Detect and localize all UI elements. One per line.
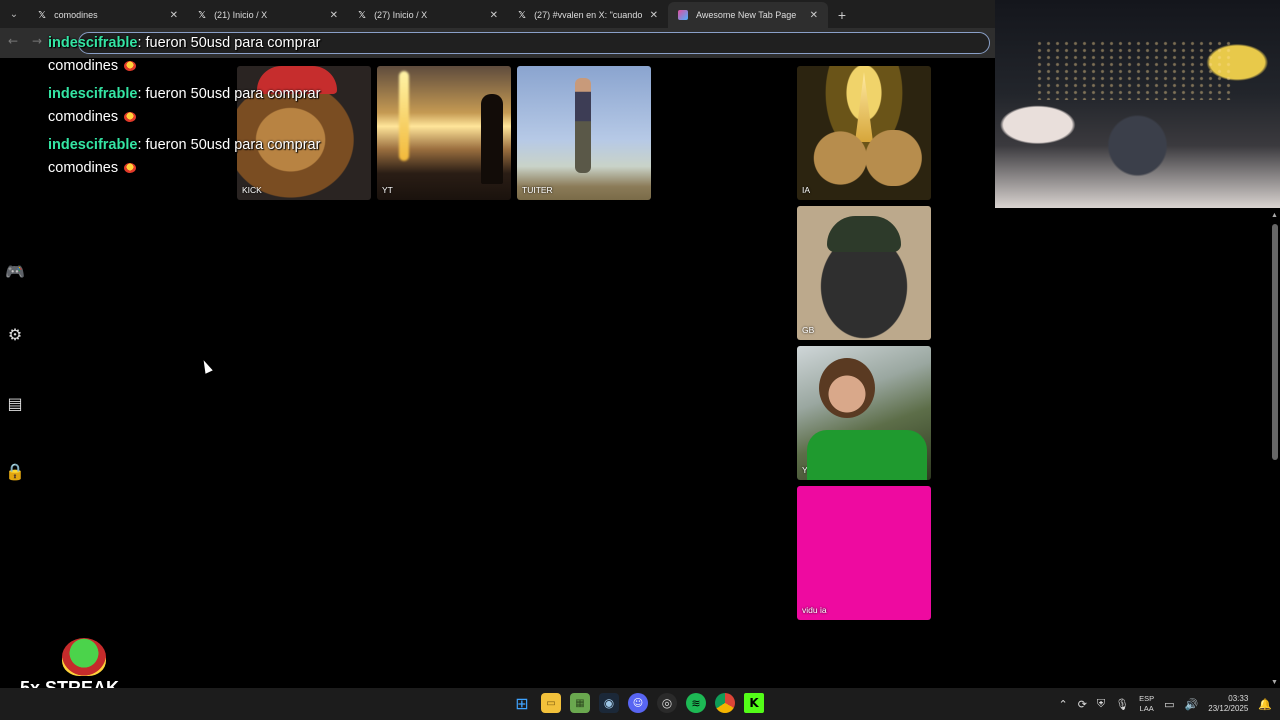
tile-label: KICK <box>242 185 262 195</box>
tile-label: TUITER <box>522 185 553 195</box>
steam-icon[interactable]: ◉ <box>599 693 619 713</box>
x-logo-icon: 𝕏 <box>38 9 47 21</box>
chat-message: indescifrable: fueron 50usd para comprar… <box>48 83 338 129</box>
windows-taskbar: ⊞ ▭ ▦ ◉ ☺ ◎ ≋ K ⌃ ⟳ ⛨ 🎙 ESP LAA ▭ 🔊 03:3… <box>0 688 1280 720</box>
tab-title: comodines <box>54 10 98 20</box>
chat-username: indescifrable <box>48 137 138 153</box>
microphone-icon[interactable]: 🎙 <box>1115 698 1129 711</box>
emote-icon <box>124 112 137 123</box>
new-tab-button[interactable]: + <box>828 2 856 28</box>
notification-icon[interactable]: 🔔 <box>1258 698 1272 711</box>
browser-tab[interactable]: 𝕏 (27) #vvalen en X: "cuando le p ✕ <box>508 2 668 28</box>
spotify-icon[interactable]: ≋ <box>686 693 706 713</box>
emote-icon <box>124 61 137 72</box>
tab-title: (27) Inicio / X <box>374 10 428 20</box>
chevron-up-icon[interactable]: ⌃ <box>1058 698 1067 711</box>
chat-username: indescifrable <box>48 35 138 51</box>
scrollbar-thumb[interactable] <box>1272 224 1278 460</box>
browser-tab[interactable]: 𝕏 (27) Inicio / X ✕ <box>348 2 508 28</box>
close-icon[interactable]: ✕ <box>810 10 818 21</box>
tile-label: vidu ia <box>802 605 827 615</box>
lock-icon[interactable]: 🔒 <box>5 461 25 481</box>
page-scrollbar[interactable]: ▲ ▼ <box>1270 210 1280 688</box>
browser-tab-strip: ⌄ 𝕏 comodines ✕ 𝕏 (21) Inicio / X ✕ 𝕏 (2… <box>0 0 995 28</box>
tab-title: Awesome New Tab Page <box>696 10 797 20</box>
windows-start-icon[interactable]: ⊞ <box>512 693 532 713</box>
x-logo-icon: 𝕏 <box>198 9 207 21</box>
obs-icon[interactable]: ◎ <box>657 693 677 713</box>
scroll-up-icon[interactable]: ▲ <box>1271 212 1278 219</box>
chat-username: indescifrable <box>48 86 138 102</box>
x-logo-icon: 𝕏 <box>358 9 367 21</box>
close-icon[interactable]: ✕ <box>330 10 338 21</box>
tile-label: GB <box>802 325 815 335</box>
shortcut-tile-vidu-ia[interactable]: vidu ia <box>797 486 931 620</box>
close-icon[interactable]: ✕ <box>170 10 178 21</box>
discord-icon[interactable]: ☺ <box>628 693 648 713</box>
browser-tab-active[interactable]: Awesome New Tab Page ✕ <box>668 2 828 28</box>
mouse-cursor-icon <box>200 358 213 374</box>
clock[interactable]: 03:33 23/12/2025 <box>1208 694 1248 714</box>
kick-icon[interactable]: K <box>744 693 764 713</box>
shortcut-tile-yt[interactable]: YT <box>377 66 511 200</box>
system-tray: ⌃ ⟳ ⛨ 🎙 ESP LAA ▭ 🔊 03:33 23/12/2025 🔔 <box>1058 688 1280 720</box>
browser-tab[interactable]: 𝕏 (21) Inicio / X ✕ <box>188 2 348 28</box>
chat-message: indescifrable: fueron 50usd para comprar… <box>48 32 338 78</box>
shield-icon[interactable]: ⛨ <box>1097 697 1105 711</box>
stream-chat-overlay: indescifrable: fueron 50usd para comprar… <box>48 32 338 185</box>
frog-mascot-icon <box>62 638 106 676</box>
tab-title: (21) Inicio / X <box>214 10 268 20</box>
gamepad-icon[interactable]: 🎮 <box>5 261 25 281</box>
file-explorer-icon[interactable]: ▭ <box>541 693 561 713</box>
emote-icon <box>124 163 137 174</box>
gear-icon[interactable]: ⚙ <box>5 324 25 344</box>
close-icon[interactable]: ✕ <box>650 10 658 21</box>
shortcut-tile-y2mate[interactable]: Y2MATE <box>797 346 931 480</box>
shortcut-tile-ia[interactable]: IA <box>797 66 931 200</box>
x-logo-icon: 𝕏 <box>518 9 527 21</box>
close-icon[interactable]: ✕ <box>490 10 498 21</box>
new-tab-page-icon <box>678 10 688 20</box>
tile-label: YT <box>382 185 393 195</box>
widgets-icon[interactable]: ▤ <box>5 393 25 413</box>
keyboard-layout: LAA <box>1139 704 1154 713</box>
clock-time: 03:33 <box>1228 694 1249 703</box>
language-code: ESP <box>1139 694 1155 703</box>
sync-icon[interactable]: ⟳ <box>1078 698 1087 711</box>
clock-date: 23/12/2025 <box>1208 704 1249 713</box>
tile-label: Y2MATE <box>802 465 836 475</box>
tab-search-menu-icon[interactable]: ⌄ <box>2 2 26 26</box>
scroll-down-icon[interactable]: ▼ <box>1271 679 1278 686</box>
volume-icon[interactable]: 🔊 <box>1185 698 1199 711</box>
shortcut-tile-tuiter[interactable]: TUITER <box>517 66 651 200</box>
shortcut-tile-gb[interactable]: GB <box>797 206 931 340</box>
back-arrow-icon[interactable]: ← <box>8 34 18 48</box>
forward-arrow-icon[interactable]: → <box>32 34 42 48</box>
chrome-icon[interactable] <box>715 693 735 713</box>
tab-title: (27) #vvalen en X: "cuando le p <box>534 10 644 20</box>
webcam-overlay <box>995 0 1280 208</box>
display-icon[interactable]: ▭ <box>1164 698 1174 711</box>
language-indicator[interactable]: ESP LAA <box>1139 694 1154 714</box>
chat-message: indescifrable: fueron 50usd para comprar… <box>48 134 338 180</box>
tile-label: IA <box>802 185 811 195</box>
minecraft-icon[interactable]: ▦ <box>570 693 590 713</box>
browser-tab[interactable]: 𝕏 comodines ✕ <box>28 2 188 28</box>
